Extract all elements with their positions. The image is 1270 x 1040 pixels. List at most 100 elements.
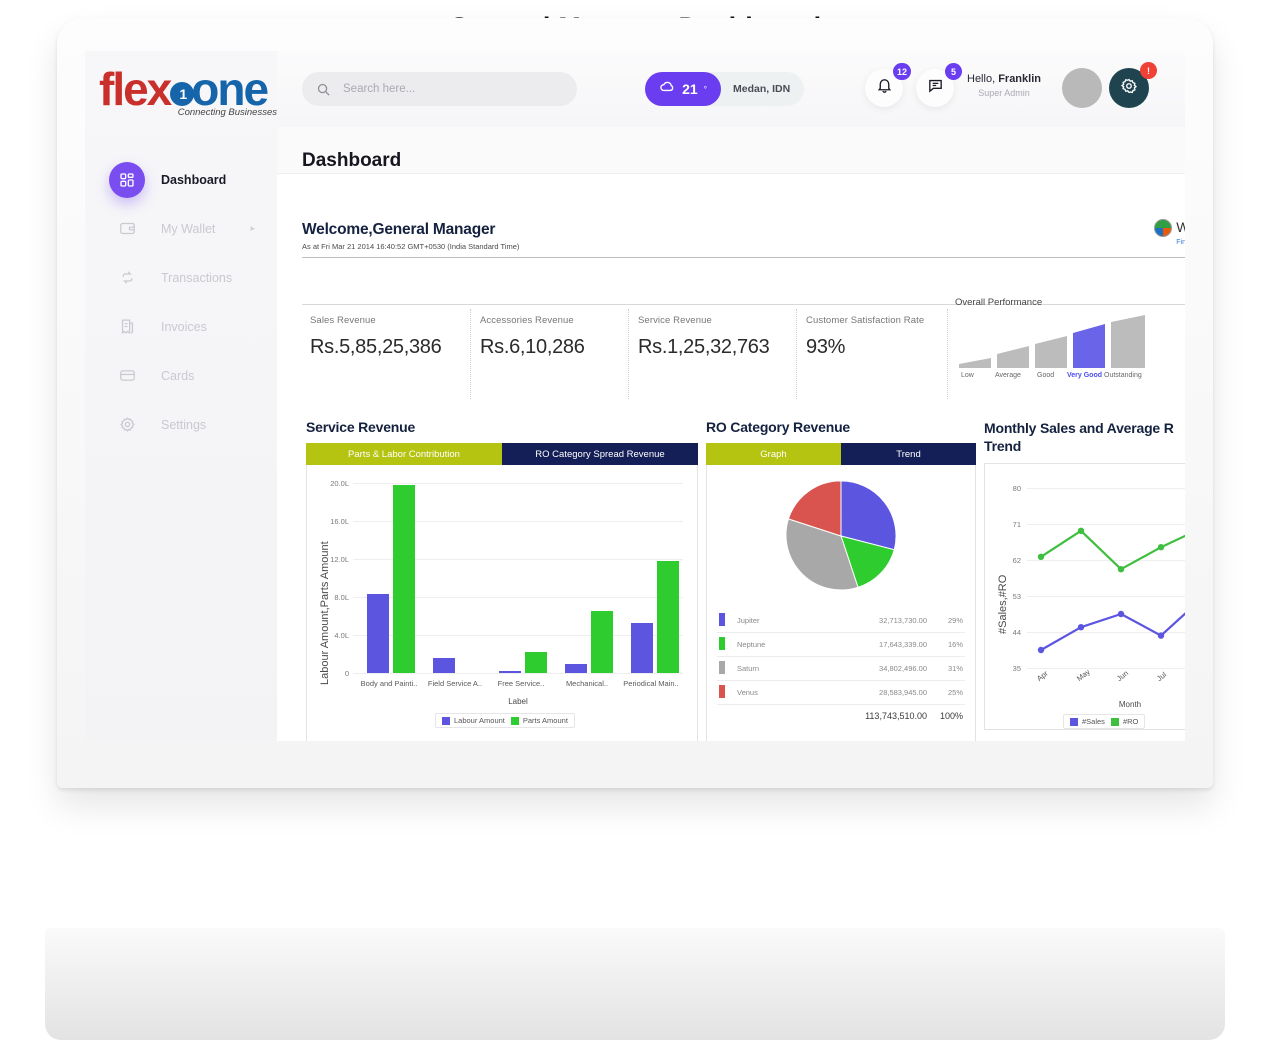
legend-item-parts-amount: Parts Amount <box>510 716 568 725</box>
table-row: Neptune 17,643,339.00 16% <box>717 632 965 657</box>
wallet-icon <box>109 211 145 247</box>
tab-graph[interactable]: Graph <box>706 443 841 465</box>
performance-label-outstanding: Outstanding <box>1104 372 1142 379</box>
bar-ytick-5: 20.0L <box>330 479 349 488</box>
user-greeting: Hello, Franklin Super Admin <box>956 73 1052 98</box>
bar-xlabel-4: Periodical Main.. <box>623 679 679 688</box>
bell-icon <box>876 77 893 99</box>
weather-temp-pill: 21 ° <box>645 72 721 106</box>
row-label-venus: Venus <box>735 680 799 705</box>
row-percent-venus: 25% <box>929 680 965 705</box>
legend-swatch-parts <box>510 716 519 725</box>
row-amount-jupiter: 32,713,730.00 <box>798 609 929 633</box>
sidebar-label-cards: Cards <box>161 368 195 383</box>
settings-button[interactable]: ! <box>1109 62 1157 108</box>
bar-ytick-3: 12.0L <box>330 555 349 564</box>
monthly-sales-title: Monthly Sales and Average R Trend <box>984 419 1185 455</box>
report-vendor-logo: Wo Fina <box>1154 219 1185 246</box>
search-icon <box>316 82 331 97</box>
bar-labour-4 <box>631 622 653 673</box>
kpi-value: Rs.6,10,286 <box>480 336 585 358</box>
bar-plot-area <box>353 483 683 673</box>
bar-xlabel-2: Free Service.. <box>497 679 545 688</box>
line-ytick-4: 71 <box>1012 520 1021 529</box>
row-percent-saturn: 31% <box>929 656 965 681</box>
pie-chart-svg <box>785 480 897 591</box>
performance-label-good: Good <box>1037 372 1055 379</box>
charts-row: Service Revenue Parts & Labor Contributi… <box>302 419 1185 741</box>
user-role: Super Admin <box>978 88 1030 98</box>
search-placeholder: Search here... <box>343 83 416 95</box>
legend-item-labour-amount: Labour Amount <box>442 716 505 725</box>
performance-labels: Low Average Good Very Good Outstanding <box>955 372 1185 384</box>
sidebar-item-settings[interactable]: Settings <box>85 400 277 449</box>
globe-icon <box>1154 219 1173 237</box>
screenshot-stage: General Manager Dashboard flex1one Conne… <box>0 0 1270 1040</box>
gear-icon <box>1120 77 1138 100</box>
avatar[interactable] <box>1062 68 1102 108</box>
row-label-neptune: Neptune <box>735 632 799 657</box>
invoice-icon <box>109 309 145 345</box>
gear-icon <box>109 407 145 443</box>
notifications-button[interactable]: 12 <box>865 63 911 107</box>
dashboard-app: flex 1 one Connecting Businesses Dashboard <box>85 51 1185 741</box>
bar-ytick-0: 0 <box>344 669 349 678</box>
service-revenue-tabs: Parts & Labor Contribution RO Category S… <box>306 443 698 465</box>
overall-performance-widget: Overall Performance Low Average Good Ver… <box>955 297 1185 384</box>
bar-legend: Labour Amount Parts Amount <box>435 713 575 728</box>
kpi-label: Sales Revenue <box>310 315 376 326</box>
line-legend: #Sales #RO <box>1063 714 1146 729</box>
tab-parts-labor-contribution[interactable]: Parts & Labor Contribution <box>306 443 502 465</box>
line-ytick-0: 35 <box>1012 664 1021 673</box>
search-input[interactable]: Search here... <box>302 72 577 106</box>
bar-labour-0 <box>367 594 389 673</box>
line-ytick-3: 62 <box>1012 556 1021 565</box>
bar-x-axis-title: Label <box>508 697 528 706</box>
row-swatch-cell <box>717 680 735 705</box>
kpi-service-revenue: Service Revenue Rs.1,25,32,763 <box>638 315 806 359</box>
sidebar-item-transactions[interactable]: Transactions <box>85 253 277 302</box>
notification-badge: 12 <box>892 63 911 80</box>
weather-city: Medan, IDN <box>733 83 791 95</box>
tab-ro-category-spread-revenue[interactable]: RO Category Spread Revenue <box>502 443 698 465</box>
logo-one-text: one <box>191 63 269 115</box>
legend-item-sales: #Sales <box>1070 717 1105 726</box>
report-canvas: Welcome,General Manager As at Fri Mar 21… <box>277 173 1185 741</box>
vendor-subtitle: Fina <box>1176 239 1185 246</box>
performance-label-low: Low <box>961 372 974 379</box>
sidebar-item-my-wallet[interactable]: My Wallet ▸ <box>85 204 277 253</box>
row-amount-neptune: 17,643,339.00 <box>798 632 929 657</box>
legend-label-parts: Parts Amount <box>522 716 568 725</box>
legend-swatch-ro <box>1110 717 1119 726</box>
sidebar-item-cards[interactable]: Cards <box>85 351 277 400</box>
sidebar-label-dashboard: Dashboard <box>161 172 227 187</box>
table-row: Venus 28,583,945.00 25% <box>717 680 965 705</box>
kpi-label: Accessories Revenue <box>480 315 574 326</box>
ro-category-revenue-card: RO Category Revenue Graph Trend Jupiter … <box>706 419 976 741</box>
legend-swatch-labour <box>442 716 450 725</box>
dashboard-heading: Dashboard <box>302 150 402 171</box>
bar-ytick-4: 16.0L <box>330 517 349 526</box>
card-icon <box>109 358 145 394</box>
row-percent-jupiter: 29% <box>929 609 965 633</box>
row-swatch-cell <box>717 609 735 633</box>
tab-trend[interactable]: Trend <box>841 443 976 465</box>
kpi-row: Sales Revenue Rs.5,85,25,386 Accessories… <box>302 297 1185 401</box>
ro-category-table: Jupiter 32,713,730.00 29% Neptune 17,643… <box>717 609 965 725</box>
welcome-banner: Welcome,General Manager As at Fri Mar 21… <box>302 219 1185 258</box>
bar-ytick-1: 4.0L <box>334 631 349 640</box>
user-name: Franklin <box>998 73 1041 85</box>
legend-item-ro: #RO <box>1110 717 1138 726</box>
line-x-axis-title: Month <box>1118 700 1142 709</box>
degree-icon: ° <box>703 84 707 94</box>
sidebar-item-invoices[interactable]: Invoices <box>85 302 277 351</box>
sidebar-item-dashboard[interactable]: Dashboard <box>85 155 277 204</box>
messages-button[interactable]: 5 <box>916 63 962 107</box>
performance-label-average: Average <box>995 372 1021 379</box>
bar-labour-2 <box>499 671 521 673</box>
chevron-right-icon: ▸ <box>250 223 255 233</box>
bar-parts-4 <box>657 560 679 673</box>
monthly-sales-title-line1: Monthly Sales and Average R <box>984 420 1174 436</box>
laptop-screen: flex 1 one Connecting Businesses Dashboard <box>85 51 1185 741</box>
weather-widget[interactable]: 21 ° Medan, IDN <box>645 72 805 106</box>
